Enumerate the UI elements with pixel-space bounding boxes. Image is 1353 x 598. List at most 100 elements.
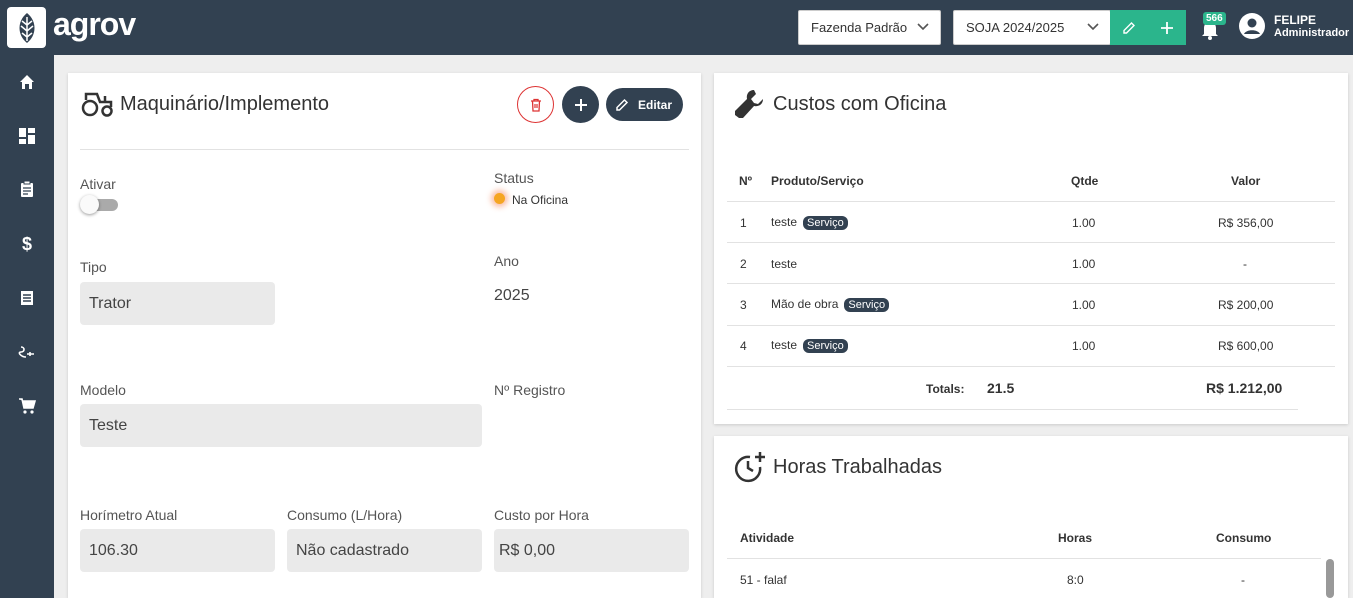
trash-icon xyxy=(530,98,541,112)
add-button[interactable] xyxy=(562,86,599,123)
totals-label: Totals: xyxy=(926,382,965,396)
dollar-icon: $ xyxy=(21,233,32,254)
row4-numero: 4 xyxy=(740,339,747,353)
custos-card xyxy=(714,73,1348,424)
custo-field: R$ 0,00 xyxy=(494,529,689,572)
horas-row1-consumo: - xyxy=(1241,573,1245,587)
col-header-horas: Horas xyxy=(1058,531,1093,545)
servico-badge: Serviço xyxy=(803,339,848,353)
plus-icon xyxy=(574,98,587,111)
season-select-value: SOJA 2024/2025 xyxy=(966,20,1065,35)
row3-numero: 3 xyxy=(740,298,747,312)
row3-valor: R$ 200,00 xyxy=(1218,298,1274,312)
logo-icon[interactable] xyxy=(7,7,46,48)
consumo-field: Não cadastrado xyxy=(287,529,482,572)
horimetro-field: 106.30 xyxy=(80,529,275,572)
totals-qtde: 21.5 xyxy=(987,380,1015,396)
row-divider xyxy=(727,409,1298,410)
horas-title: Horas Trabalhadas xyxy=(773,456,942,478)
scrollbar[interactable] xyxy=(1326,559,1334,598)
user-avatar-icon[interactable] xyxy=(1238,12,1266,40)
row-divider xyxy=(727,283,1335,284)
user-name: FELIPE xyxy=(1274,13,1317,27)
consumo-label: Consumo (L/Hora) xyxy=(287,507,403,523)
row4-valor: R$ 600,00 xyxy=(1218,339,1274,353)
row4-produto-text: teste xyxy=(771,338,798,352)
chevron-down-icon xyxy=(1087,23,1099,31)
pencil-icon xyxy=(616,98,629,111)
col-header-qtde: Qtde xyxy=(1071,174,1099,188)
farm-select[interactable]: Fazenda Padrão xyxy=(798,10,941,45)
horas-row1-horas: 8:0 xyxy=(1067,573,1084,587)
row1-qtde: 1.00 xyxy=(1072,216,1096,230)
row3-produto: Mão de obra Serviço xyxy=(771,297,890,312)
custo-label: Custo por Hora xyxy=(494,507,589,523)
wrench-icon xyxy=(735,90,763,118)
row-divider xyxy=(727,558,1321,559)
col-header-produto: Produto/Serviço xyxy=(771,174,864,188)
clipboard-icon xyxy=(21,180,33,197)
season-select[interactable]: SOJA 2024/2025 xyxy=(953,10,1111,45)
notification-badge: 566 xyxy=(1203,12,1226,25)
clock-add-icon xyxy=(734,452,765,483)
row4-qtde: 1.00 xyxy=(1072,339,1096,353)
sidebar-item-finance[interactable]: $ xyxy=(17,234,37,254)
add-season-button[interactable] xyxy=(1148,10,1186,45)
col-header-numero: Nº xyxy=(739,174,753,188)
tipo-label: Tipo xyxy=(80,259,107,275)
ativar-label: Ativar xyxy=(80,176,116,192)
delete-button[interactable] xyxy=(517,86,554,123)
servico-badge: Serviço xyxy=(844,298,890,312)
row1-numero: 1 xyxy=(740,216,747,230)
edit-button-label: Editar xyxy=(638,97,673,112)
col-header-consumo: Consumo xyxy=(1216,531,1272,545)
row1-produto: teste Serviço xyxy=(771,215,848,230)
row2-qtde: 1.00 xyxy=(1072,257,1096,271)
ativar-toggle-knob[interactable] xyxy=(80,195,99,214)
col-header-valor: Valor xyxy=(1231,174,1261,188)
top-bar: agrov Fazenda Padrão SOJA 2024/2025 566 … xyxy=(0,0,1353,55)
sidebar-item-tasks[interactable] xyxy=(17,179,37,199)
machine-title: Maquinário/Implemento xyxy=(120,93,329,115)
modelo-field: Teste xyxy=(80,404,482,447)
tipo-field: Trator xyxy=(80,282,275,325)
row2-numero: 2 xyxy=(740,257,747,271)
plus-icon xyxy=(1161,21,1173,34)
row-divider xyxy=(727,201,1335,202)
sidebar-item-home[interactable] xyxy=(17,72,37,92)
ano-label: Ano xyxy=(494,253,519,269)
tractor-icon xyxy=(81,92,113,117)
dashboard-icon xyxy=(19,128,35,144)
logo-text: agrov xyxy=(53,6,136,42)
sidebar-item-shop[interactable] xyxy=(17,396,37,416)
status-value: Na Oficina xyxy=(512,193,569,207)
row-divider xyxy=(727,325,1335,326)
row1-produto-text: teste xyxy=(771,215,798,229)
ano-value: 2025 xyxy=(494,287,530,304)
row-divider xyxy=(727,366,1335,367)
edit-button[interactable]: Editar xyxy=(606,88,683,121)
status-label: Status xyxy=(494,170,534,186)
registro-label: Nº Registro xyxy=(494,382,566,398)
status-indicator xyxy=(494,193,505,204)
sidebar: $ xyxy=(0,55,54,598)
row1-valor: R$ 356,00 xyxy=(1218,216,1274,230)
row3-produto-text: Mão de obra xyxy=(771,297,839,311)
row3-qtde: 1.00 xyxy=(1072,298,1096,312)
row2-valor: - xyxy=(1243,257,1247,271)
row2-produto: teste xyxy=(771,257,798,271)
farm-select-value: Fazenda Padrão xyxy=(811,20,908,35)
pencil-icon xyxy=(1123,21,1135,34)
storage-icon xyxy=(21,291,33,305)
horimetro-label: Horímetro Atual xyxy=(80,507,178,523)
totals-valor: R$ 1.212,00 xyxy=(1206,380,1283,396)
custos-title: Custos com Oficina xyxy=(773,93,947,115)
tractor-route-icon xyxy=(18,346,34,358)
horas-row1-atividade: 51 - falaf xyxy=(740,573,787,587)
sidebar-item-dashboard[interactable] xyxy=(17,126,37,146)
sidebar-item-storage[interactable] xyxy=(17,288,37,308)
user-role: Administrador xyxy=(1274,27,1350,39)
edit-season-button[interactable] xyxy=(1110,10,1148,45)
sidebar-item-machinery[interactable] xyxy=(17,342,37,362)
row4-produto: teste Serviço xyxy=(771,338,848,353)
